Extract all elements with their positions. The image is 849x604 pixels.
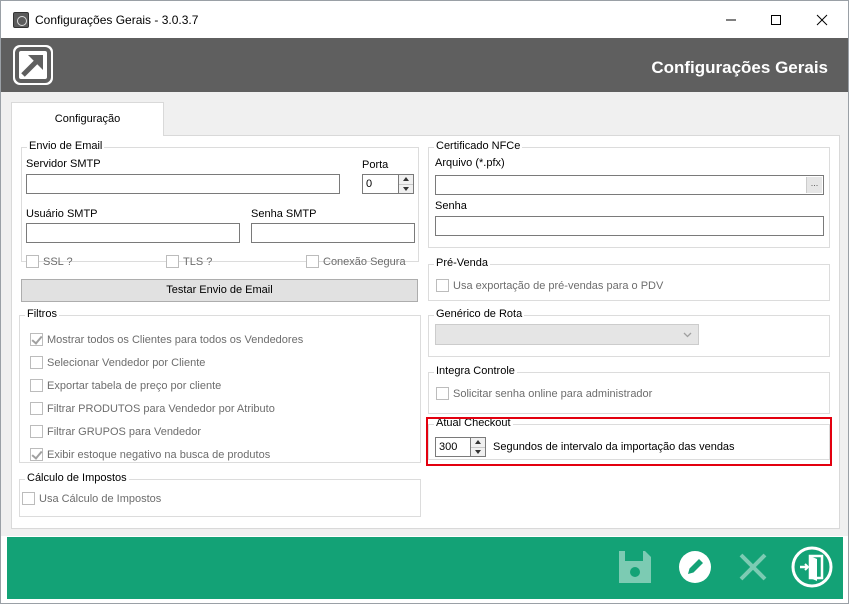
cancel-button[interactable]	[731, 545, 775, 589]
secure-connection-checkbox[interactable]: Conexão Segura	[306, 255, 406, 268]
email-legend: Envio de Email	[27, 140, 105, 152]
online-password-checkbox[interactable]: Solicitar senha online para administrado…	[436, 387, 652, 400]
taxes-legend: Cálculo de Impostos	[25, 472, 129, 484]
port-value[interactable]: 0	[362, 174, 398, 194]
smtp-server-input[interactable]	[26, 174, 340, 194]
presale-export-checkbox[interactable]: Usa exportação de pré-vendas para o PDV	[436, 279, 663, 292]
test-email-button[interactable]: Testar Envio de Email	[21, 279, 418, 302]
port-down-button[interactable]	[399, 183, 413, 193]
nfce-file-label: Arquivo (*.pfx)	[435, 157, 505, 169]
header-title: Configurações Gerais	[651, 58, 828, 77]
exit-icon	[791, 546, 833, 588]
app-icon	[13, 12, 29, 28]
title-bar: Configurações Gerais - 3.0.3.7	[1, 1, 848, 38]
ssl-checkbox[interactable]: SSL ?	[26, 255, 73, 268]
nfce-file-input[interactable]: ...	[435, 175, 824, 195]
port-up-button[interactable]	[399, 175, 413, 184]
filter-groups-by-seller[interactable]: Filtrar GRUPOS para Vendedor	[30, 425, 201, 438]
close-button[interactable]	[799, 1, 845, 38]
tab-configuracao[interactable]: Configuração	[11, 102, 164, 136]
maximize-icon	[771, 14, 781, 25]
save-button[interactable]	[613, 545, 657, 589]
presale-legend: Pré-Venda	[434, 257, 490, 269]
save-icon	[619, 551, 651, 583]
close-icon	[816, 14, 828, 25]
route-legend: Genérico de Rota	[434, 308, 525, 320]
minimize-button[interactable]	[708, 1, 754, 38]
filter-products-by-attribute[interactable]: Filtrar PRODUTOS para Vendedor por Atrib…	[30, 402, 275, 415]
tls-checkbox[interactable]: TLS ?	[166, 255, 212, 268]
edit-button[interactable]	[673, 545, 717, 589]
exit-button[interactable]	[789, 544, 835, 590]
edit-icon	[679, 551, 711, 583]
window-title: Configurações Gerais - 3.0.3.7	[35, 13, 199, 27]
smtp-password-label: Senha SMTP	[251, 208, 317, 220]
logo-icon	[13, 45, 53, 85]
smtp-password-input[interactable]	[251, 223, 415, 243]
filter-select-seller-by-client[interactable]: Selecionar Vendedor por Cliente	[30, 356, 205, 369]
port-stepper[interactable]: 0	[362, 174, 414, 194]
nfce-password-label: Senha	[435, 200, 467, 212]
route-select[interactable]	[435, 324, 699, 345]
filter-export-price-table[interactable]: Exportar tabela de preço por cliente	[30, 379, 221, 392]
filter-show-all-clients[interactable]: Mostrar todos os Clientes para todos os …	[30, 333, 303, 346]
footer-toolbar	[7, 537, 843, 599]
minimize-icon	[726, 19, 736, 20]
arrow-down-icon	[403, 186, 409, 191]
smtp-user-input[interactable]	[26, 223, 240, 243]
main-window: Configurações Gerais - 3.0.3.7 Configura…	[0, 0, 849, 604]
filters-legend: Filtros	[25, 308, 59, 320]
filter-negative-stock[interactable]: Exibir estoque negativo na busca de prod…	[30, 448, 270, 461]
cancel-icon	[739, 553, 767, 581]
app-header: Configurações Gerais	[1, 38, 848, 92]
tab-panel: Envio de Email Servidor SMTP Porta 0 Usu…	[11, 135, 840, 529]
nfce-legend: Certificado NFCe	[434, 140, 523, 152]
browse-button[interactable]: ...	[806, 177, 822, 193]
smtp-server-label: Servidor SMTP	[26, 158, 101, 170]
port-label: Porta	[362, 159, 389, 171]
use-tax-calc-checkbox[interactable]: Usa Cálculo de Impostos	[22, 492, 161, 505]
chevron-down-icon	[683, 332, 692, 338]
arrow-up-icon	[403, 177, 409, 182]
content-area: Configuração Envio de Email Servidor SMT…	[1, 92, 848, 536]
highlight-box	[426, 417, 832, 466]
integra-legend: Integra Controle	[434, 365, 517, 377]
maximize-button[interactable]	[753, 1, 799, 38]
nfce-password-input[interactable]	[435, 216, 824, 236]
smtp-user-label: Usuário SMTP	[26, 208, 98, 220]
